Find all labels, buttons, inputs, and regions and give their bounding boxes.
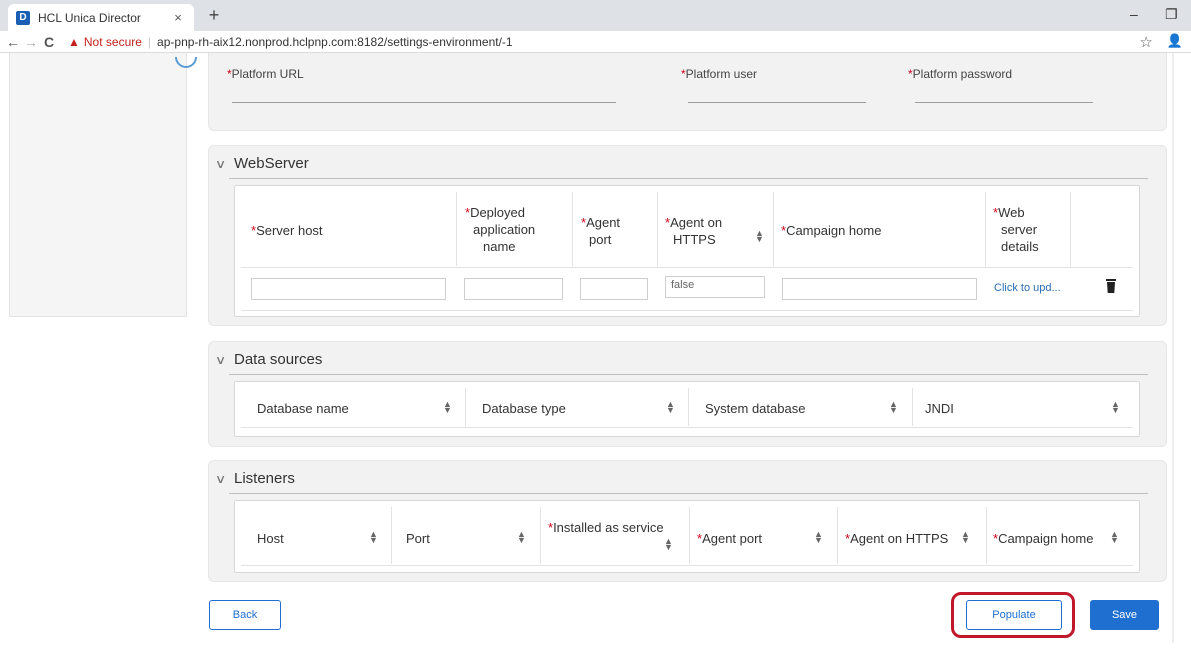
col-jndi[interactable]: JNDI <box>925 400 954 417</box>
left-side-panel <box>9 53 187 317</box>
profile-icon[interactable]: 👤 <box>1167 33 1183 51</box>
platform-settings-card: *Platform URL *Platform user *Platform p… <box>208 53 1167 131</box>
sort-icon[interactable]: ▲ ▼ <box>369 530 378 545</box>
trash-icon[interactable] <box>1106 279 1116 293</box>
chevron-down-icon[interactable]: ∨ <box>215 157 233 171</box>
col-web-server-details: *Web server details <box>993 205 1039 254</box>
sort-icon[interactable]: ▲ ▼ <box>814 530 823 545</box>
section-divider <box>229 493 1148 494</box>
browser-tab-bar: D HCL Unica Director × + – ❐ <box>0 0 1191 31</box>
chevron-down-icon[interactable]: ∨ <box>215 353 233 367</box>
bookmark-star-icon[interactable]: ☆ <box>1139 33 1152 51</box>
col-campaign-home: *Campaign home <box>781 223 882 238</box>
col-deployed-app-name: *Deployed application name <box>465 205 536 254</box>
sort-icon[interactable]: ▲ ▼ <box>517 530 526 545</box>
back-arrow-icon[interactable]: ← <box>4 34 22 50</box>
webserver-table: *Server host *Deployed application name … <box>234 185 1140 317</box>
platform-url-field: *Platform URL <box>227 65 304 83</box>
deployed-app-name-input[interactable] <box>464 278 563 300</box>
agent-on-https-input[interactable]: false <box>665 276 765 298</box>
save-button[interactable]: Save <box>1090 600 1159 630</box>
sort-icon[interactable]: ▲ ▼ <box>755 229 764 244</box>
tab-title: HCL Unica Director <box>38 10 141 25</box>
webserver-header[interactable]: ∨ WebServer <box>215 155 309 172</box>
listeners-title: Listeners <box>234 470 295 487</box>
col-agent-port[interactable]: *Agent port <box>697 530 762 547</box>
not-secure-label[interactable]: Not secure <box>84 35 142 49</box>
browser-tab[interactable]: D HCL Unica Director × <box>8 4 194 31</box>
col-port[interactable]: Port <box>406 530 430 547</box>
close-tab-icon[interactable]: × <box>170 10 186 25</box>
restore-icon[interactable]: ❐ <box>1165 6 1178 23</box>
address-bar: ← → C ▲ Not secure | ap-pnp-rh-aix12.non… <box>0 31 1191 53</box>
chevron-down-icon[interactable]: ∨ <box>215 472 233 486</box>
col-system-database[interactable]: System database <box>705 400 805 417</box>
datasources-header[interactable]: ∨ Data sources <box>215 351 323 368</box>
new-tab-icon[interactable]: + <box>204 5 224 26</box>
app-favicon-icon: D <box>16 10 30 25</box>
platform-url-label: Platform URL <box>231 67 304 81</box>
col-host[interactable]: Host <box>257 530 284 547</box>
listeners-card: ∨ Listeners Host ▲ ▼ Port ▲ ▼ *Installed a… <box>208 460 1167 582</box>
platform-password-input[interactable] <box>915 102 1093 103</box>
sort-icon[interactable]: ▲ ▼ <box>443 400 452 415</box>
sort-icon[interactable]: ▲ ▼ <box>961 530 970 545</box>
agent-port-input[interactable] <box>580 278 648 300</box>
datasources-card: ∨ Data sources Database name ▲ ▼ Database… <box>208 341 1167 447</box>
reload-icon[interactable]: C <box>40 34 58 50</box>
platform-user-input[interactable] <box>688 102 866 103</box>
col-database-name[interactable]: Database name <box>257 400 349 417</box>
col-installed-as-service[interactable]: *Installed as service <box>548 519 664 536</box>
url-separator: | <box>147 34 152 49</box>
col-database-type[interactable]: Database type <box>482 400 566 417</box>
sort-icon[interactable]: ▲ ▼ <box>1110 530 1119 545</box>
warning-icon: ▲ <box>68 34 80 49</box>
platform-user-label: Platform user <box>685 67 758 81</box>
sort-icon[interactable]: ▲ ▼ <box>1111 400 1120 415</box>
col-agent-on-https[interactable]: *Agent on HTTPS <box>665 214 722 248</box>
server-host-input[interactable] <box>251 278 446 300</box>
col-agent-on-https[interactable]: *Agent on HTTPS <box>845 530 948 547</box>
web-server-details-link[interactable]: Click to upd... <box>994 282 1061 294</box>
forward-arrow-icon[interactable]: → <box>22 34 40 50</box>
listeners-header[interactable]: ∨ Listeners <box>215 470 295 487</box>
platform-user-field: *Platform user <box>681 65 757 83</box>
sort-icon[interactable]: ▲ ▼ <box>889 400 898 415</box>
sort-icon[interactable]: ▲ ▼ <box>664 537 673 552</box>
section-divider <box>229 178 1148 179</box>
webserver-card: ∨ WebServer *Server host *Deployed appli… <box>208 145 1167 326</box>
url-text[interactable]: ap-pnp-rh-aix12.nonprod.hclpnp.com:8182/… <box>157 35 513 49</box>
campaign-home-input[interactable] <box>782 278 977 300</box>
platform-password-field: *Platform password <box>908 65 1012 83</box>
listeners-table: Host ▲ ▼ Port ▲ ▼ *Installed as service ▲ ▼… <box>234 500 1140 573</box>
col-campaign-home[interactable]: *Campaign home <box>993 530 1093 547</box>
platform-url-input[interactable] <box>232 102 616 103</box>
minimize-icon[interactable]: – <box>1130 6 1138 22</box>
populate-highlight-annotation <box>951 592 1075 638</box>
datasources-title: Data sources <box>234 351 323 368</box>
section-divider <box>229 374 1148 375</box>
scroll-edge <box>1172 53 1174 643</box>
sort-icon[interactable]: ▲ ▼ <box>666 400 675 415</box>
col-agent-port: *Agent port <box>581 215 621 247</box>
datasources-table: Database name ▲ ▼ Database type ▲ ▼ System… <box>234 381 1140 437</box>
col-server-host: *Server host <box>251 223 323 238</box>
back-button[interactable]: Back <box>209 600 281 630</box>
webserver-title: WebServer <box>234 155 309 172</box>
platform-password-label: Platform password <box>912 67 1013 81</box>
